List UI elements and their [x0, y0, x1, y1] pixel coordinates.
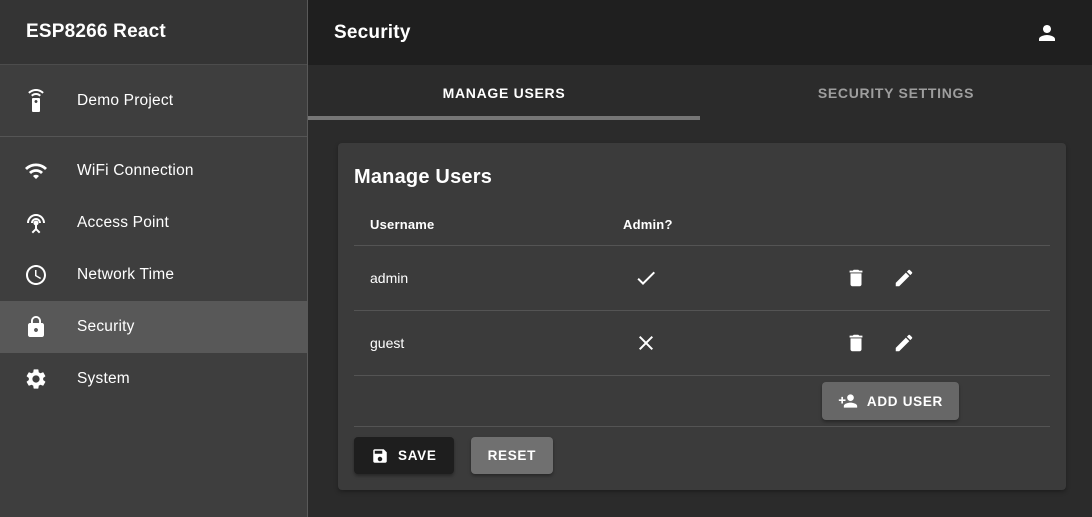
sidebar-header: ESP8266 React — [0, 0, 307, 65]
sidebar-item-network-time[interactable]: Network Time — [0, 249, 307, 301]
row-actions-cell — [793, 254, 1050, 302]
save-icon — [371, 447, 398, 465]
sidebar-item-security[interactable]: Security — [0, 301, 307, 353]
table-row-guest: guest — [354, 311, 1050, 376]
close-icon — [634, 331, 793, 355]
table-header-row: Username Admin? — [354, 203, 1050, 246]
edit-icon — [893, 332, 915, 354]
person-add-icon — [838, 391, 867, 411]
column-header-username: Username — [354, 217, 607, 232]
sidebar-item-label: System — [77, 370, 130, 388]
sidebar-item-label: Access Point — [77, 214, 169, 232]
app-title: ESP8266 React — [26, 21, 166, 43]
sidebar: ESP8266 React Demo Project WiFi Connecti… — [0, 0, 308, 517]
app-bar: Security — [308, 0, 1092, 65]
username-cell: guest — [354, 335, 607, 351]
tab-indicator — [308, 116, 700, 120]
tab-label: SECURITY SETTINGS — [818, 85, 974, 101]
admin-status-cell — [607, 331, 793, 355]
clock-icon — [24, 263, 48, 287]
app-window: ESP8266 React Demo Project WiFi Connecti… — [0, 0, 1092, 517]
sidebar-item-wifi-connection[interactable]: WiFi Connection — [0, 145, 307, 197]
delete-user-button[interactable] — [832, 254, 880, 302]
person-icon — [1035, 21, 1059, 45]
sidebar-item-label: Security — [77, 318, 135, 336]
sidebar-item-label: Demo Project — [77, 92, 173, 110]
gear-icon — [24, 367, 48, 391]
edit-user-button[interactable] — [880, 319, 928, 367]
save-label: SAVE — [398, 448, 437, 463]
reset-button[interactable]: RESET — [471, 437, 554, 474]
sidebar-item-label: WiFi Connection — [77, 162, 194, 180]
main-pane: Security MANAGE USERS SECURITY SETTINGS … — [308, 0, 1092, 517]
username-cell: admin — [354, 270, 607, 286]
edit-user-button[interactable] — [880, 254, 928, 302]
remote-icon — [24, 89, 48, 113]
manage-users-card: Manage Users Username Admin? admin — [338, 143, 1066, 490]
add-user-button[interactable]: ADD USER — [822, 382, 959, 420]
users-table: Username Admin? admin — [354, 203, 1050, 427]
add-user-label: ADD USER — [867, 394, 943, 409]
row-actions-cell — [793, 319, 1050, 367]
form-actions: SAVE RESET — [354, 437, 1050, 474]
sidebar-item-demo-project[interactable]: Demo Project — [0, 65, 307, 137]
delete-user-button[interactable] — [832, 319, 880, 367]
admin-status-cell — [607, 266, 793, 290]
delete-icon — [845, 267, 867, 289]
card-title: Manage Users — [354, 166, 1050, 189]
tab-bar: MANAGE USERS SECURITY SETTINGS — [308, 65, 1092, 120]
account-button[interactable] — [1023, 9, 1071, 57]
antenna-icon — [24, 211, 48, 235]
page-content: Manage Users Username Admin? admin — [308, 120, 1092, 517]
edit-icon — [893, 267, 915, 289]
check-icon — [634, 266, 793, 290]
reset-label: RESET — [488, 448, 537, 463]
page-title: Security — [334, 22, 1023, 44]
table-footer-row: ADD USER — [354, 376, 1050, 427]
tab-security-settings[interactable]: SECURITY SETTINGS — [700, 65, 1092, 120]
delete-icon — [845, 332, 867, 354]
save-button[interactable]: SAVE — [354, 437, 454, 474]
wifi-icon — [24, 159, 48, 183]
sidebar-item-system[interactable]: System — [0, 353, 307, 405]
sidebar-nav: WiFi Connection Access Point Network Tim… — [0, 137, 307, 405]
tab-label: MANAGE USERS — [443, 85, 566, 101]
sidebar-item-label: Network Time — [77, 266, 174, 284]
lock-icon — [24, 315, 48, 339]
table-row-admin: admin — [354, 246, 1050, 311]
sidebar-item-access-point[interactable]: Access Point — [0, 197, 307, 249]
column-header-admin: Admin? — [607, 217, 793, 232]
tab-manage-users[interactable]: MANAGE USERS — [308, 65, 700, 120]
